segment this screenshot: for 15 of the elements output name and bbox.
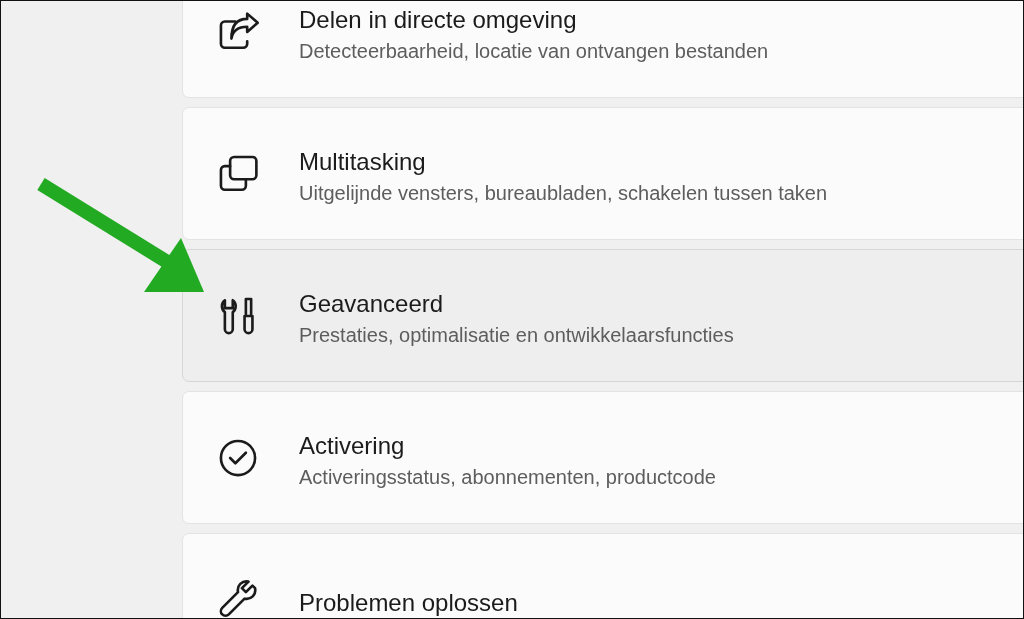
item-title: Activering: [299, 432, 406, 460]
item-description: Detecteerbaarheid, locatie van ontvangen bestanden: [299, 40, 769, 63]
item-title: Geavanceerd: [299, 290, 445, 318]
item-description: Prestaties, optimalisatie en ontwikkelaarsfuncties: [299, 324, 734, 347]
settings-item[interactable]: Geavanceerd Prestaties, optimalisatie en ontwikkelaarsfuncties: [182, 249, 1023, 382]
settings-item[interactable]: Problemen oplossen: [182, 533, 1023, 618]
settings-item[interactable]: Activering Activeringsstatus, abonnementen, productcode: [182, 391, 1023, 524]
settings-item[interactable]: Multitasking Uitgelijnde vensters, bureaubladen, schakelen tussen taken: [182, 107, 1023, 240]
item-title: Multitasking: [299, 148, 427, 176]
item-title: Delen in directe omgeving: [299, 6, 578, 34]
wrench-icon: [217, 578, 259, 618]
item-description: Uitgelijnde vensters, bureaubladen, schakelen tussen taken: [299, 182, 828, 205]
settings-item[interactable]: Delen in directe omgeving Detecteerbaarheid, locatie van ontvangen bestanden: [182, 1, 1023, 98]
item-title: Problemen oplossen: [299, 588, 518, 617]
item-description: Activeringsstatus, abonnementen, productcode: [299, 466, 716, 489]
